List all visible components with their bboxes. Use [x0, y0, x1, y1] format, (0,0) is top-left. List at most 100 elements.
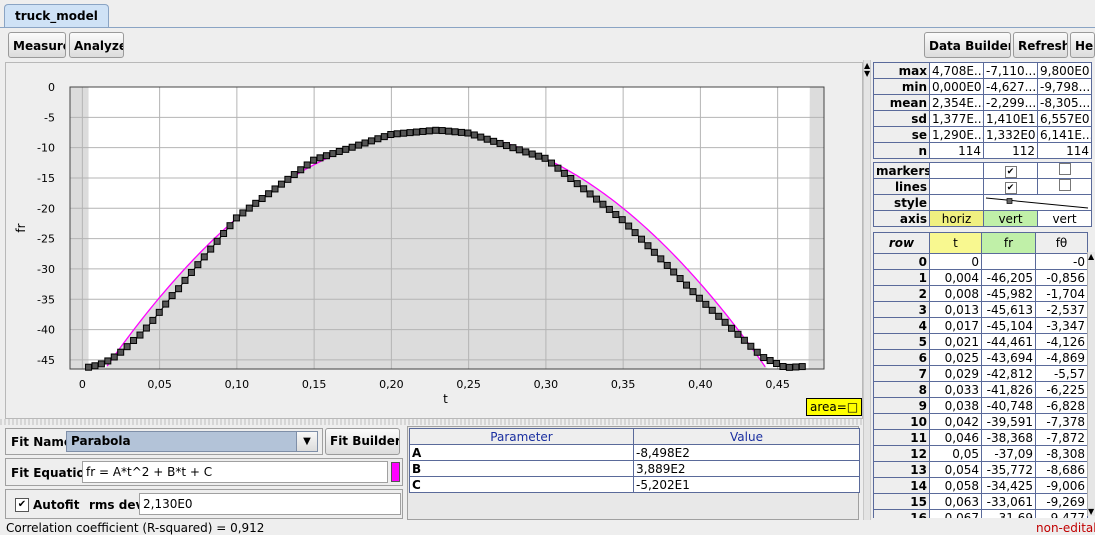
table-cell[interactable]: -33,061 [981, 493, 1036, 510]
table-cell[interactable]: -44,461 [981, 333, 1036, 350]
table-cell[interactable]: -45,613 [981, 301, 1036, 318]
parameter-header[interactable]: Parameter [409, 428, 634, 445]
table-cell[interactable]: 0,054 [929, 461, 982, 478]
table-cell[interactable]: -0 [1035, 253, 1088, 270]
table-row[interactable]: 16 0,067 -31,69 -9,477 [873, 509, 1088, 518]
table-cell[interactable]: -6,828 [1035, 397, 1088, 414]
analyze-button[interactable]: Analyze [69, 32, 124, 58]
rms-dev-field[interactable]: 2,130E0 [139, 493, 401, 515]
measure-button[interactable]: Measure [8, 32, 66, 58]
table-cell[interactable]: -31,69 [981, 509, 1036, 518]
table-cell[interactable]: -0,856 [1035, 269, 1088, 286]
table-cell[interactable]: 0,004 [929, 269, 982, 286]
data-table-scrollbar[interactable]: ▲ ▼ [1087, 252, 1095, 516]
chevron-down-icon[interactable]: ▼ [296, 432, 317, 451]
row-column-header[interactable]: row [873, 232, 930, 254]
parameter-value[interactable]: -8,498E2 [633, 444, 860, 461]
refresh-button[interactable]: Refresh [1013, 32, 1068, 58]
table-row[interactable]: 2 0,008 -45,982 -1,704 [873, 285, 1088, 302]
plot-panel[interactable]: 0 0,05 0,10 0,15 0,20 0,25 0,30 0,35 0,40 0,45 0 -5… [5, 62, 863, 419]
table-row[interactable]: 10 0,042 -39,591 -7,378 [873, 413, 1088, 430]
parameter-row[interactable]: B 3,889E2 [409, 460, 860, 477]
column-header-t[interactable]: t [929, 232, 982, 254]
table-cell[interactable]: 0,046 [929, 429, 982, 446]
scroll-down-icon[interactable]: ▼ [1088, 507, 1094, 516]
table-row[interactable]: 0 0 -0 [873, 253, 1088, 270]
table-cell[interactable]: -37,09 [981, 445, 1036, 462]
axis-cell-fr[interactable]: vert [983, 210, 1038, 227]
markers-checkbox-ftheta[interactable] [1037, 162, 1092, 179]
table-cell[interactable]: -1,704 [1035, 285, 1088, 302]
table-row[interactable]: 12 0,05 -37,09 -8,308 [873, 445, 1088, 462]
scroll-up-icon[interactable]: ▲ [1088, 252, 1094, 261]
table-row[interactable]: 1 0,004 -46,205 -0,856 [873, 269, 1088, 286]
style-preview[interactable] [983, 194, 1092, 211]
column-header-ftheta[interactable]: fθ [1035, 232, 1088, 254]
table-row[interactable]: 8 0,033 -41,826 -6,225 [873, 381, 1088, 398]
table-cell[interactable]: 0,017 [929, 317, 982, 334]
table-row[interactable]: 13 0,054 -35,772 -8,686 [873, 461, 1088, 478]
table-cell[interactable]: 0,063 [929, 493, 982, 510]
table-row[interactable]: 7 0,029 -42,812 -5,57 [873, 365, 1088, 382]
table-cell[interactable]: -45,982 [981, 285, 1036, 302]
table-cell[interactable]: -46,205 [981, 269, 1036, 286]
table-cell[interactable]: -35,772 [981, 461, 1036, 478]
table-cell[interactable]: 0,038 [929, 397, 982, 414]
table-row[interactable]: 6 0,025 -43,694 -4,869 [873, 349, 1088, 366]
split-divider-vertical[interactable]: ▲ ▼ [863, 60, 871, 520]
parameter-row[interactable]: A -8,498E2 [409, 444, 860, 461]
fit-color-swatch[interactable] [391, 462, 400, 482]
table-cell[interactable]: 0,042 [929, 413, 982, 430]
table-cell[interactable]: 0,067 [929, 509, 982, 518]
table-cell[interactable]: -4,126 [1035, 333, 1088, 350]
lines-checkbox-ftheta[interactable] [1037, 178, 1092, 195]
column-header-fr[interactable]: fr [981, 232, 1036, 254]
table-row[interactable]: 15 0,063 -33,061 -9,269 [873, 493, 1088, 510]
table-cell[interactable]: -40,748 [981, 397, 1036, 414]
table-cell[interactable]: 0,05 [929, 445, 982, 462]
help-button[interactable]: Help [1070, 32, 1095, 58]
table-row[interactable]: 9 0,038 -40,748 -6,828 [873, 397, 1088, 414]
table-cell[interactable]: -9,477 [1035, 509, 1088, 518]
table-cell[interactable]: -3,347 [1035, 317, 1088, 334]
axis-cell-ftheta[interactable]: vert [1037, 210, 1092, 227]
tab-truck-model[interactable]: truck_model [4, 4, 109, 27]
divider-arrows-icon[interactable]: ▲ ▼ [864, 62, 870, 78]
data-builder-button[interactable]: Data Builder... [924, 32, 1011, 58]
parameter-value[interactable]: -5,202E1 [633, 476, 860, 493]
table-cell[interactable]: -5,57 [1035, 365, 1088, 382]
parameter-row[interactable]: C -5,202E1 [409, 476, 860, 493]
fit-equation-field[interactable]: fr = A*t^2 + B*t + C [82, 461, 388, 483]
table-cell[interactable]: -42,812 [981, 365, 1036, 382]
table-row[interactable]: 11 0,046 -38,368 -7,872 [873, 429, 1088, 446]
table-cell[interactable]: -8,308 [1035, 445, 1088, 462]
area-toggle[interactable]: area=□ [806, 398, 863, 416]
table-row[interactable]: 3 0,013 -45,613 -2,537 [873, 301, 1088, 318]
table-cell[interactable]: -9,269 [1035, 493, 1088, 510]
table-cell[interactable]: 0,025 [929, 349, 982, 366]
lines-checkbox-fr[interactable]: ✔ [983, 178, 1038, 195]
table-cell[interactable]: 0 [929, 253, 982, 270]
table-row[interactable]: 5 0,021 -44,461 -4,126 [873, 333, 1088, 350]
table-cell[interactable]: -7,872 [1035, 429, 1088, 446]
table-cell[interactable]: -2,537 [1035, 301, 1088, 318]
table-cell[interactable]: -7,378 [1035, 413, 1088, 430]
table-cell[interactable]: -41,826 [981, 381, 1036, 398]
table-cell[interactable]: -39,591 [981, 413, 1036, 430]
table-cell[interactable]: 0,008 [929, 285, 982, 302]
table-row[interactable]: 4 0,017 -45,104 -3,347 [873, 317, 1088, 334]
table-cell[interactable]: -8,686 [1035, 461, 1088, 478]
table-cell[interactable]: 0,058 [929, 477, 982, 494]
table-cell[interactable]: -4,869 [1035, 349, 1088, 366]
markers-checkbox-fr[interactable]: ✔ [983, 162, 1038, 179]
axis-cell-t[interactable]: horiz [929, 210, 984, 227]
fit-plot[interactable]: 0 0,05 0,10 0,15 0,20 0,25 0,30 0,35 0,40 0,45 0 -5… [6, 63, 862, 418]
table-cell[interactable]: -45,104 [981, 317, 1036, 334]
table-cell[interactable]: -38,368 [981, 429, 1036, 446]
table-cell[interactable]: 0,021 [929, 333, 982, 350]
line-style-icon[interactable] [984, 196, 1090, 210]
table-cell[interactable]: 0,013 [929, 301, 982, 318]
parameter-value[interactable]: 3,889E2 [633, 460, 860, 477]
table-cell[interactable]: -43,694 [981, 349, 1036, 366]
fit-builder-button[interactable]: Fit Builder... [325, 428, 400, 455]
